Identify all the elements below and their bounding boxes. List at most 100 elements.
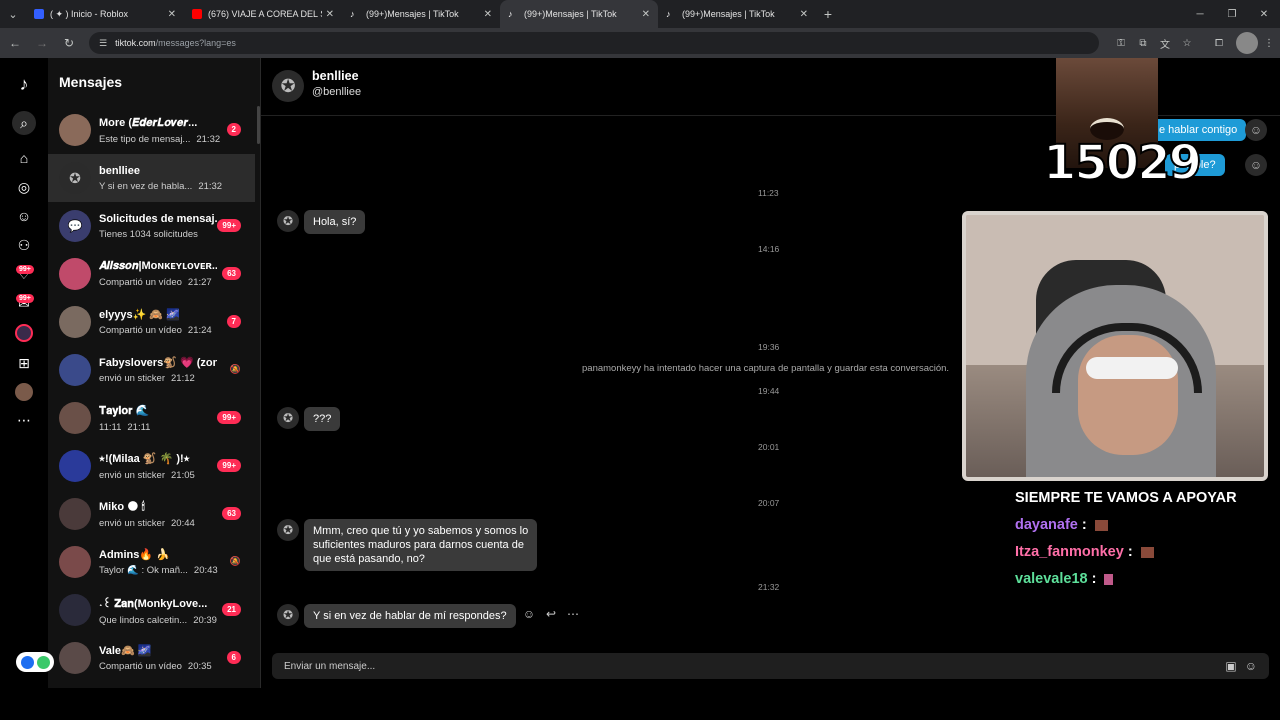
close-icon[interactable]: ✕	[326, 9, 334, 20]
avatar[interactable]: ✪	[277, 407, 299, 429]
youtube-favicon-icon	[192, 9, 202, 19]
chat-contact-name[interactable]: benlliee	[312, 69, 359, 83]
explore-compass-icon[interactable]: ◎	[12, 175, 36, 199]
close-icon[interactable]: ✕	[484, 9, 492, 20]
conversation-list-scrollbar[interactable]	[257, 106, 260, 144]
emoji-icon[interactable]: ☺	[1245, 659, 1257, 673]
browser-tab-active[interactable]: ♪ (99+)Mensajes | TikTok ✕	[500, 0, 658, 28]
home-icon[interactable]: ⌂	[12, 146, 36, 170]
password-key-icon[interactable]: ⚿	[1110, 32, 1132, 54]
avatar[interactable]: ✪	[277, 604, 299, 626]
close-icon[interactable]: ✕	[800, 9, 808, 20]
more-options-icon[interactable]: ⋯	[566, 607, 580, 621]
timestamp: 11:23	[758, 188, 779, 198]
extensions-icon[interactable]: ⧠	[1208, 32, 1230, 54]
browser-tab-strip: ⌄ ( ✦ ) Inicio - Roblox ✕ (676) VIAJE A …	[0, 0, 1280, 28]
app-shortcut-icon[interactable]	[20, 655, 34, 669]
roblox-favicon-icon	[34, 9, 44, 19]
avatar	[59, 642, 91, 674]
forward-icon[interactable]: →	[30, 31, 54, 55]
conversation-item[interactable]: Vale🙈 🌌 Compartió un vídeo 20:35 6	[48, 634, 255, 682]
avatar	[59, 498, 91, 530]
messages-badge: 99+	[16, 294, 34, 303]
minimize-icon[interactable]: ─	[1184, 0, 1216, 28]
react-emoji-icon[interactable]: ☺	[522, 607, 536, 621]
emote-icon	[1140, 546, 1154, 558]
url-domain: tiktok.com	[115, 38, 156, 48]
avatar[interactable]: ✪	[277, 519, 299, 541]
conversation-item[interactable]: ັ້ິMore (𝑬𝒅𝒆𝒓𝑳𝒐𝒗𝒆𝒓... Este tipo de mensa…	[48, 106, 255, 154]
avatar	[59, 402, 91, 434]
translate-icon[interactable]: 文	[1154, 32, 1176, 54]
bookmark-star-icon[interactable]: ☆	[1176, 32, 1198, 54]
timestamp: 20:01	[758, 442, 780, 452]
back-icon[interactable]: ←	[3, 31, 27, 55]
webcam-overlay	[962, 211, 1268, 481]
following-icon[interactable]: ☺	[12, 204, 36, 228]
browser-tab[interactable]: ( ✦ ) Inicio - Roblox ✕	[26, 0, 184, 28]
browser-tab[interactable]: ♪ (99+)Mensajes | TikTok ✕	[658, 0, 816, 28]
reload-icon[interactable]: ↻	[57, 31, 81, 55]
tiktok-favicon-icon: ♪	[350, 9, 355, 19]
close-icon[interactable]: ✕	[168, 9, 176, 20]
search-icon[interactable]: ⌕	[12, 111, 36, 135]
conversation-item[interactable]: Miko 🌑 🕯 envió un sticker 20:44 63	[48, 490, 255, 538]
avatar[interactable]: ☺	[1245, 154, 1267, 176]
message-input[interactable]: Enviar un mensaje... ▣ ☺	[272, 653, 1269, 679]
profile-avatar-icon[interactable]	[12, 380, 36, 404]
floating-control[interactable]	[16, 652, 54, 672]
timestamp: 20:07	[758, 498, 780, 508]
received-message[interactable]: Y si en vez de hablar de mí respondes?	[304, 604, 516, 628]
upload-icon[interactable]: ⊞	[12, 351, 36, 375]
unread-badge: 2	[226, 123, 241, 136]
timestamp: 21:32	[758, 582, 780, 592]
friends-icon[interactable]: ⚇	[12, 233, 36, 257]
avatar	[59, 450, 91, 482]
message-requests-item[interactable]: 💬 Solicitudes de mensaj... Tienes 1034 s…	[48, 202, 255, 250]
live-icon[interactable]	[12, 321, 36, 345]
conversation-item[interactable]: 𝑨𝒍𝒊𝒔𝒔𝒐𝒏|Mᴏɴᴋᴇʏʟᴏᴠᴇʀ... Compartió un víde…	[48, 250, 255, 298]
avatar[interactable]: ✪	[272, 70, 304, 102]
address-bar[interactable]: ☰ tiktok.com /messages?lang=es	[89, 32, 1099, 54]
close-icon[interactable]: ✕	[642, 9, 650, 20]
profile-avatar[interactable]	[1236, 32, 1258, 54]
conversation-item[interactable]: Admins🔥 🍌 Taylor 🌊 : Ok mañ... 20:43 🔕	[48, 538, 255, 586]
install-app-icon[interactable]: ⧉	[1132, 32, 1154, 54]
new-tab-icon[interactable]: +	[816, 6, 840, 22]
browser-toolbar: ← → ↻ ☰ tiktok.com /messages?lang=es ⚿ ⧉…	[0, 28, 1280, 58]
conversation-item[interactable]: elyyys✨ 🙈 🌌 Compartió un vídeo 21:24 7	[48, 298, 255, 346]
conversation-item[interactable]: Fabyslovers🐒 💗 (zon... envió un sticker 2…	[48, 346, 255, 394]
restore-icon[interactable]: ❐	[1216, 0, 1248, 28]
chat-contact-handle[interactable]: @benlliee	[312, 86, 361, 98]
stream-chat-header: SIEMPRE TE VAMOS A APOYAR	[1015, 490, 1237, 506]
conversation-item[interactable]: ˖꒰ 𝐙𝐚𝐧(MonkyLove... Que lindos calcetin.…	[48, 586, 255, 634]
browser-tab[interactable]: (676) VIAJE A COREA DEL SUR ✕	[184, 0, 342, 28]
site-info-icon[interactable]: ☰	[99, 38, 107, 49]
image-upload-icon[interactable]: ▣	[1225, 659, 1236, 673]
received-message[interactable]: Hola, sí?	[304, 210, 366, 234]
avatar[interactable]: ✪	[277, 210, 299, 232]
tiktok-logo-icon[interactable]: ♪	[12, 72, 36, 96]
conversation-item-selected[interactable]: ✪ benlliee Y si en vez de habla... 21:32	[48, 154, 255, 202]
browser-menu-icon[interactable]: ⋮	[1258, 32, 1280, 54]
conversation-item[interactable]: 𝐓𝐚𝐲𝐥𝐨𝐫 🌊 11:11 21:11 99+	[48, 394, 255, 442]
reply-icon[interactable]: ↩	[544, 607, 558, 621]
tab-search-icon[interactable]: ⌄	[0, 0, 26, 28]
muted-bell-icon: 🔕	[229, 364, 241, 374]
unread-badge: 63	[222, 507, 241, 520]
unread-badge: 99+	[217, 411, 241, 424]
avatar[interactable]: ☺	[1245, 119, 1267, 141]
stream-chat-line: Itza_fanmonkey :	[1015, 544, 1237, 571]
avatar	[59, 594, 91, 626]
received-message[interactable]: ???	[304, 407, 341, 431]
avatar	[59, 114, 91, 146]
unread-badge: 6	[226, 651, 241, 664]
close-window-icon[interactable]: ✕	[1248, 0, 1280, 28]
unread-badge: 99+	[217, 459, 241, 472]
more-icon[interactable]: ⋯	[12, 408, 36, 432]
timestamp: 14:16	[758, 244, 780, 254]
browser-tab[interactable]: ♪ (99+)Mensajes | TikTok ✕	[342, 0, 500, 28]
received-message[interactable]: Mmm, creo que tú y yo sabemos y somos lo…	[304, 519, 538, 571]
power-icon[interactable]	[36, 655, 50, 669]
conversation-item[interactable]: ⭑!(Milaa 🐒 🌴 )!⭑ envió un sticker 21:05 9…	[48, 442, 255, 490]
